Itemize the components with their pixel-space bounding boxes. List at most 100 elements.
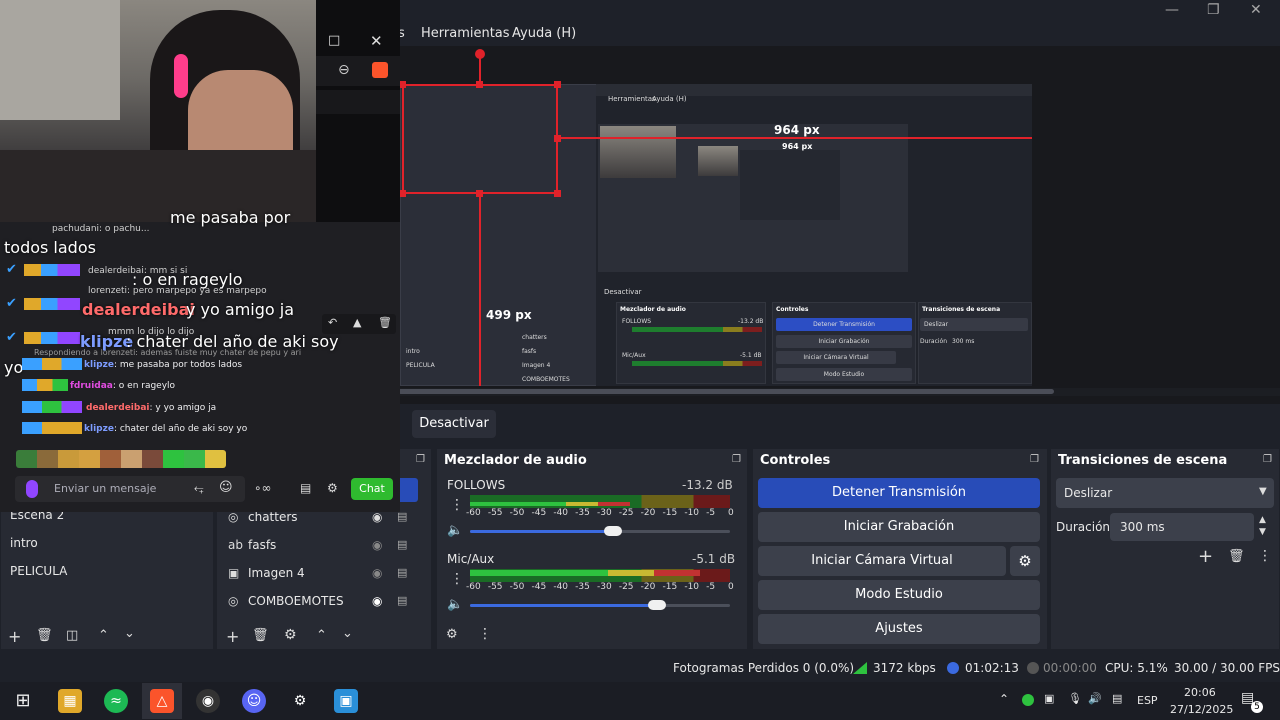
virtual-cam-settings-icon[interactable]: ⚙ [1010,546,1040,576]
zoom-out-icon[interactable]: ⊖ [338,62,350,78]
chat-text-2: : o en rageylo [112,381,176,391]
add-transition-icon[interactable]: + [1198,546,1213,567]
minimize-icon[interactable]: — [1165,2,1179,18]
menu-item-tools[interactable]: Herramientas [421,26,510,41]
source-item-comboemotes[interactable]: COMBOEMOTES [248,594,344,608]
remove-transition-icon[interactable]: 🗑 [1228,549,1245,564]
speaker-icon-1[interactable]: 🔈 [447,523,463,538]
scene-item-intro[interactable]: intro [10,536,38,550]
stop-stream-button[interactable]: Detener Transmisión [758,478,1040,508]
remove-scene-icon[interactable]: 🗑 [36,628,53,643]
duration-value: 300 ms [1120,520,1165,534]
reply-icon[interactable]: ↶ [328,316,337,329]
brave-shield-icon[interactable] [372,62,388,78]
preview-hscroll-thumb[interactable] [398,389,1054,394]
rotate-handle[interactable] [475,49,485,59]
source-selection-box[interactable] [402,84,558,194]
mic-icon[interactable] [26,480,38,498]
scene-item-pelicula[interactable]: PELICULA [10,564,67,578]
network-icon[interactable]: ▤ [1112,692,1122,705]
controls-popout-icon[interactable]: ❐ [1030,454,1039,465]
source-settings-icon[interactable]: ⚙ [284,627,297,643]
commands-icon[interactable]: ⥆ [194,481,204,496]
hidden-icon[interactable]: ◉ [372,538,382,552]
source-item-chatters[interactable]: chatters [248,510,298,524]
source-item-imagen4[interactable]: Imagen 4 [248,566,305,580]
chat-user-4[interactable]: klipze [84,424,114,434]
resize-handle-t[interactable] [476,81,483,88]
chat-user-1[interactable]: klipze [84,360,114,370]
pin-icon[interactable]: ▲ [353,316,361,329]
brave-icon[interactable]: △ [150,689,174,713]
close-icon[interactable]: ✕ [1250,2,1262,18]
lock-icon-3[interactable]: ▤ [397,566,407,579]
source-down-icon[interactable]: ⌄ [342,626,353,641]
mixer-more-icon[interactable]: ⋮ [478,626,492,642]
spin-arrows-icon[interactable]: ▲ ▼ [1259,514,1266,538]
start-recording-button[interactable]: Iniciar Grabación [758,512,1040,542]
mixer-menu-icon-2[interactable]: ⋮ [450,571,464,587]
mixer-advanced-icon[interactable]: ⚙ [446,627,458,642]
chat-close-icon[interactable]: ✕ [370,32,383,50]
scene-filter-icon[interactable]: ◫ [66,628,78,643]
tray-expand-icon[interactable]: ⌃ [999,692,1009,706]
mixer-menu-icon-1[interactable]: ⋮ [450,497,464,513]
lock-icon-2[interactable]: ▤ [397,538,407,551]
scene-up-icon[interactable]: ⌃ [98,628,109,643]
chat-user-3[interactable]: dealerdeibai [86,403,149,413]
chat-settings-icon[interactable]: ⚙ [327,481,338,495]
deactivate-button[interactable]: Desactivar [412,410,496,438]
windows-start-icon[interactable]: ⊞ [11,689,35,713]
speaker-icon-2[interactable]: 🔈 [447,597,463,612]
settings-button[interactable]: Ajustes [758,614,1040,644]
clock-date[interactable]: 27/12/2025 [1170,703,1233,716]
menu-item-help[interactable]: Ayuda (H) [512,26,576,41]
source-item-fasfs[interactable]: fasfs [248,538,276,552]
msg-badges-1 [22,358,82,370]
resize-handle-b[interactable] [476,190,483,197]
mixer-volume-knob-1[interactable] [604,526,622,536]
resize-handle-r[interactable] [554,135,561,142]
resize-handle-tl[interactable] [399,81,406,88]
tray-app-icon[interactable]: ▣ [1044,692,1054,705]
visibility-icon-2[interactable]: ◉ [372,594,382,608]
delete-message-icon[interactable]: 🗑 [378,316,392,329]
visibility-icon[interactable]: ◉ [372,510,382,524]
resize-handle-bl[interactable] [399,190,406,197]
transitions-popout-icon[interactable]: ❐ [1263,454,1272,465]
remove-source-icon[interactable]: 🗑 [252,628,269,643]
discord-icon[interactable]: ☺ [242,689,266,713]
obs-icon[interactable]: ◉ [196,689,220,713]
chat-send-button[interactable]: Chat [351,478,393,500]
microphone-icon[interactable]: 🎙 [1068,692,1082,705]
resize-handle-tr[interactable] [554,81,561,88]
language-indicator[interactable]: ESP [1137,694,1158,707]
add-scene-icon[interactable]: + [8,627,21,646]
sources-dock-popout-icon[interactable]: ❐ [416,454,425,465]
app-window-icon[interactable]: ▣ [334,689,358,713]
hidden-icon-2[interactable]: ◉ [372,566,382,580]
restore-icon[interactable]: ❐ [1207,2,1220,18]
tray-status-icon[interactable] [1022,694,1034,706]
emote-strip[interactable] [16,450,226,468]
volume-icon[interactable]: 🔊 [1088,692,1102,705]
scene-down-icon[interactable]: ⌄ [124,626,135,641]
clock-time[interactable]: 20:06 [1184,686,1216,699]
lock-icon-4[interactable]: ▤ [397,594,407,607]
emote-picker-icon[interactable]: ☺ [219,480,233,495]
studio-mode-button[interactable]: Modo Estudio [758,580,1040,610]
store-icon[interactable]: ▤ [300,481,311,495]
chat-maximize-icon[interactable]: □ [328,33,340,48]
resize-handle-br[interactable] [554,190,561,197]
spotify-icon[interactable]: ≈ [104,689,128,713]
source-up-icon[interactable]: ⌃ [316,628,327,643]
start-virtual-cam-button[interactable]: Iniciar Cámara Virtual [758,546,1006,576]
transition-more-icon[interactable]: ⋮ [1258,548,1272,564]
mixer-volume-knob-2[interactable] [648,600,666,610]
add-source-icon[interactable]: + [226,627,239,646]
chat-user-2[interactable]: fdruidaa [70,381,113,391]
mixer-popout-icon[interactable]: ❐ [732,454,741,465]
extensions-icon[interactable]: ∘∞ [254,481,272,495]
file-explorer-icon[interactable]: ▦ [58,689,82,713]
settings-gear-icon[interactable]: ⚙ [288,689,312,713]
